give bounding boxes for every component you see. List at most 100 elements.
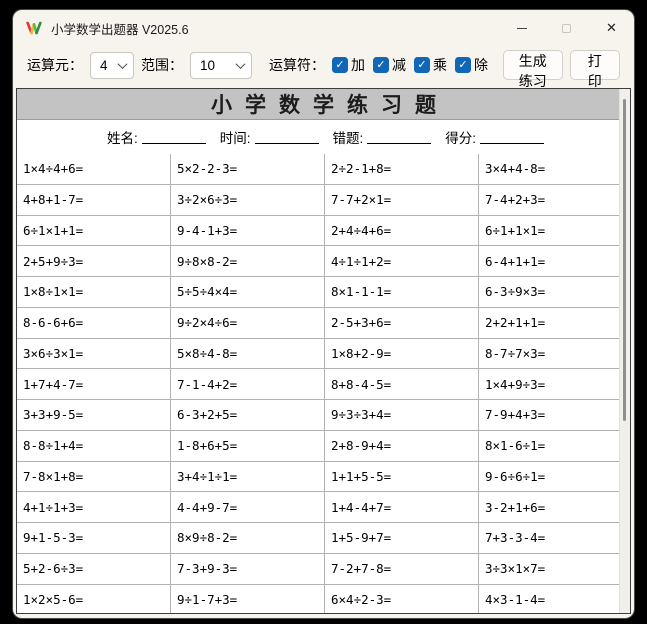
field-label: 错题: xyxy=(333,127,364,147)
problem-cell: 6-4+1+1= xyxy=(479,246,619,277)
problem-cell: 7-2+7-8= xyxy=(325,554,479,585)
app-icon xyxy=(25,19,43,37)
checkbox-checked-icon[interactable]: ✓ xyxy=(373,57,389,73)
maximize-button[interactable] xyxy=(544,10,589,46)
scrollbar-thumb[interactable] xyxy=(623,99,626,421)
problem-cell: 2+4÷4+6= xyxy=(325,216,479,247)
problem-cell: 1×8+2-9= xyxy=(325,339,479,370)
problem-cell: 4÷1÷1+2= xyxy=(325,246,479,277)
problem-cell: 8-8÷1+4= xyxy=(17,431,171,462)
problem-cell: 5+2-6÷3= xyxy=(17,554,171,585)
close-button[interactable]: ✕ xyxy=(589,10,634,46)
close-icon: ✕ xyxy=(606,20,617,36)
problem-cell: 8-7÷7×3= xyxy=(479,339,619,370)
problem-cell: 6÷1+1×1= xyxy=(479,216,619,247)
problem-cell: 7-9+4+3= xyxy=(479,400,619,431)
problem-cell: 3÷2×6÷3= xyxy=(171,185,325,216)
titlebar[interactable]: 小学数学出题器 V2025.6 ✕ xyxy=(13,10,634,46)
operator-label: 除 xyxy=(474,55,488,75)
operator-checkbox-add[interactable]: ✓加 xyxy=(332,55,365,75)
chevron-down-icon xyxy=(118,59,128,69)
field-label: 姓名: xyxy=(107,127,138,147)
field-label: 时间: xyxy=(220,127,251,147)
field-label: 得分: xyxy=(445,127,476,147)
operand-count-select[interactable]: 4 xyxy=(90,52,134,79)
problem-cell: 8×9÷8-2= xyxy=(171,523,325,554)
operator-checkbox-divide[interactable]: ✓除 xyxy=(455,55,488,75)
operators-label: 运算符： xyxy=(269,55,325,75)
problem-cell: 4×3-1-4= xyxy=(479,585,619,615)
operator-label: 减 xyxy=(392,55,406,75)
problem-cell: 9÷3÷3+4= xyxy=(325,400,479,431)
range-label: 范围： xyxy=(141,55,183,75)
problem-cell: 2+2+1+1= xyxy=(479,308,619,339)
problem-cell: 7-7+2×1= xyxy=(325,185,479,216)
problem-cell: 6-3÷9×3= xyxy=(479,277,619,308)
problem-cell: 1-8+6+5= xyxy=(171,431,325,462)
problem-cell: 5×8÷4-8= xyxy=(171,339,325,370)
worksheet-title: 小学数学练习题 xyxy=(17,89,630,120)
minimize-button[interactable] xyxy=(499,10,544,46)
problem-cell: 3+3+9-5= xyxy=(17,400,171,431)
operand-count-label: 运算元： xyxy=(27,55,83,75)
range-select[interactable]: 10 xyxy=(190,52,252,79)
problem-cell: 3+4÷1÷1= xyxy=(171,462,325,493)
problem-cell: 7-8×1+8= xyxy=(17,462,171,493)
problem-cell: 1×4+9÷3= xyxy=(479,369,619,400)
problem-cell: 1×4÷4+6= xyxy=(17,154,171,185)
operator-checkbox-multiply[interactable]: ✓乘 xyxy=(414,55,447,75)
scrollbar[interactable] xyxy=(619,89,630,613)
operator-checkbox-subtract[interactable]: ✓减 xyxy=(373,55,406,75)
problem-cell: 7-1-4+2= xyxy=(171,369,325,400)
maximize-icon xyxy=(562,24,571,33)
problem-cell: 6-3+2+5= xyxy=(171,400,325,431)
problem-cell: 4-4+9-7= xyxy=(171,492,325,523)
problem-cell: 2-5+3+6= xyxy=(325,308,479,339)
problem-cell: 7+3-3-4= xyxy=(479,523,619,554)
blank-line xyxy=(142,131,206,144)
minimize-icon xyxy=(517,28,527,29)
generate-button[interactable]: 生成练习题 xyxy=(503,50,563,80)
problem-cell: 5÷5÷4×4= xyxy=(171,277,325,308)
problem-cell: 2+8-9+4= xyxy=(325,431,479,462)
problem-cell: 3÷3×1×7= xyxy=(479,554,619,585)
checkbox-checked-icon[interactable]: ✓ xyxy=(414,57,430,73)
problem-cell: 8-6-6+6= xyxy=(17,308,171,339)
problem-cell: 4+8+1-7= xyxy=(17,185,171,216)
operator-label: 加 xyxy=(351,55,365,75)
info-row: 姓名: 时间: 错题: 得分: xyxy=(17,120,630,154)
worksheet-panel: 小学数学练习题 姓名:时间:错题:得分: 1×4÷4+6=5×2-2-3=2÷2… xyxy=(16,88,631,614)
problem-cell: 9÷2×4÷6= xyxy=(171,308,325,339)
toolbar: 运算元： 4 范围： 10 运算符： ✓加✓减✓乘✓除 生成练习题 打印 xyxy=(13,46,634,88)
app-window: 小学数学出题器 V2025.6 ✕ 运算元： 4 范围： xyxy=(13,10,634,618)
problem-cell: 6×4÷2-3= xyxy=(325,585,479,615)
problem-cell: 3-2+1+6= xyxy=(479,492,619,523)
range-value: 10 xyxy=(200,58,215,73)
print-button[interactable]: 打印 xyxy=(570,50,620,80)
desktop: 小学数学出题器 V2025.6 ✕ 运算元： 4 范围： xyxy=(0,0,647,624)
problem-cell: 8×1-1-1= xyxy=(325,277,479,308)
blank-line xyxy=(480,131,544,144)
chevron-down-icon xyxy=(236,59,246,69)
problem-cell: 7-3+9-3= xyxy=(171,554,325,585)
problem-cell: 1+4-4+7= xyxy=(325,492,479,523)
operator-label: 乘 xyxy=(433,55,447,75)
problem-cell: 9+1-5-3= xyxy=(17,523,171,554)
problems-grid: 1×4÷4+6=5×2-2-3=2÷2-1+8=3×4+4-8=4+8+1-7=… xyxy=(17,154,619,614)
problem-cell: 3×6÷3×1= xyxy=(17,339,171,370)
blank-line xyxy=(367,131,431,144)
problem-cell: 3×4+4-8= xyxy=(479,154,619,185)
problem-cell: 4+1÷1+3= xyxy=(17,492,171,523)
problem-cell: 9÷8×8-2= xyxy=(171,246,325,277)
problem-cell: 1×8÷1×1= xyxy=(17,277,171,308)
problem-cell: 1+1+5-5= xyxy=(325,462,479,493)
checkbox-checked-icon[interactable]: ✓ xyxy=(455,57,471,73)
problem-cell: 6÷1×1+1= xyxy=(17,216,171,247)
problem-cell: 8+8-4-5= xyxy=(325,369,479,400)
operators-group: ✓加✓减✓乘✓除 xyxy=(332,55,488,75)
problem-cell: 8×1-6÷1= xyxy=(479,431,619,462)
problem-cell: 9÷1-7+3= xyxy=(171,585,325,615)
checkbox-checked-icon[interactable]: ✓ xyxy=(332,57,348,73)
window-title: 小学数学出题器 V2025.6 xyxy=(51,19,189,38)
window-controls: ✕ xyxy=(499,10,634,46)
